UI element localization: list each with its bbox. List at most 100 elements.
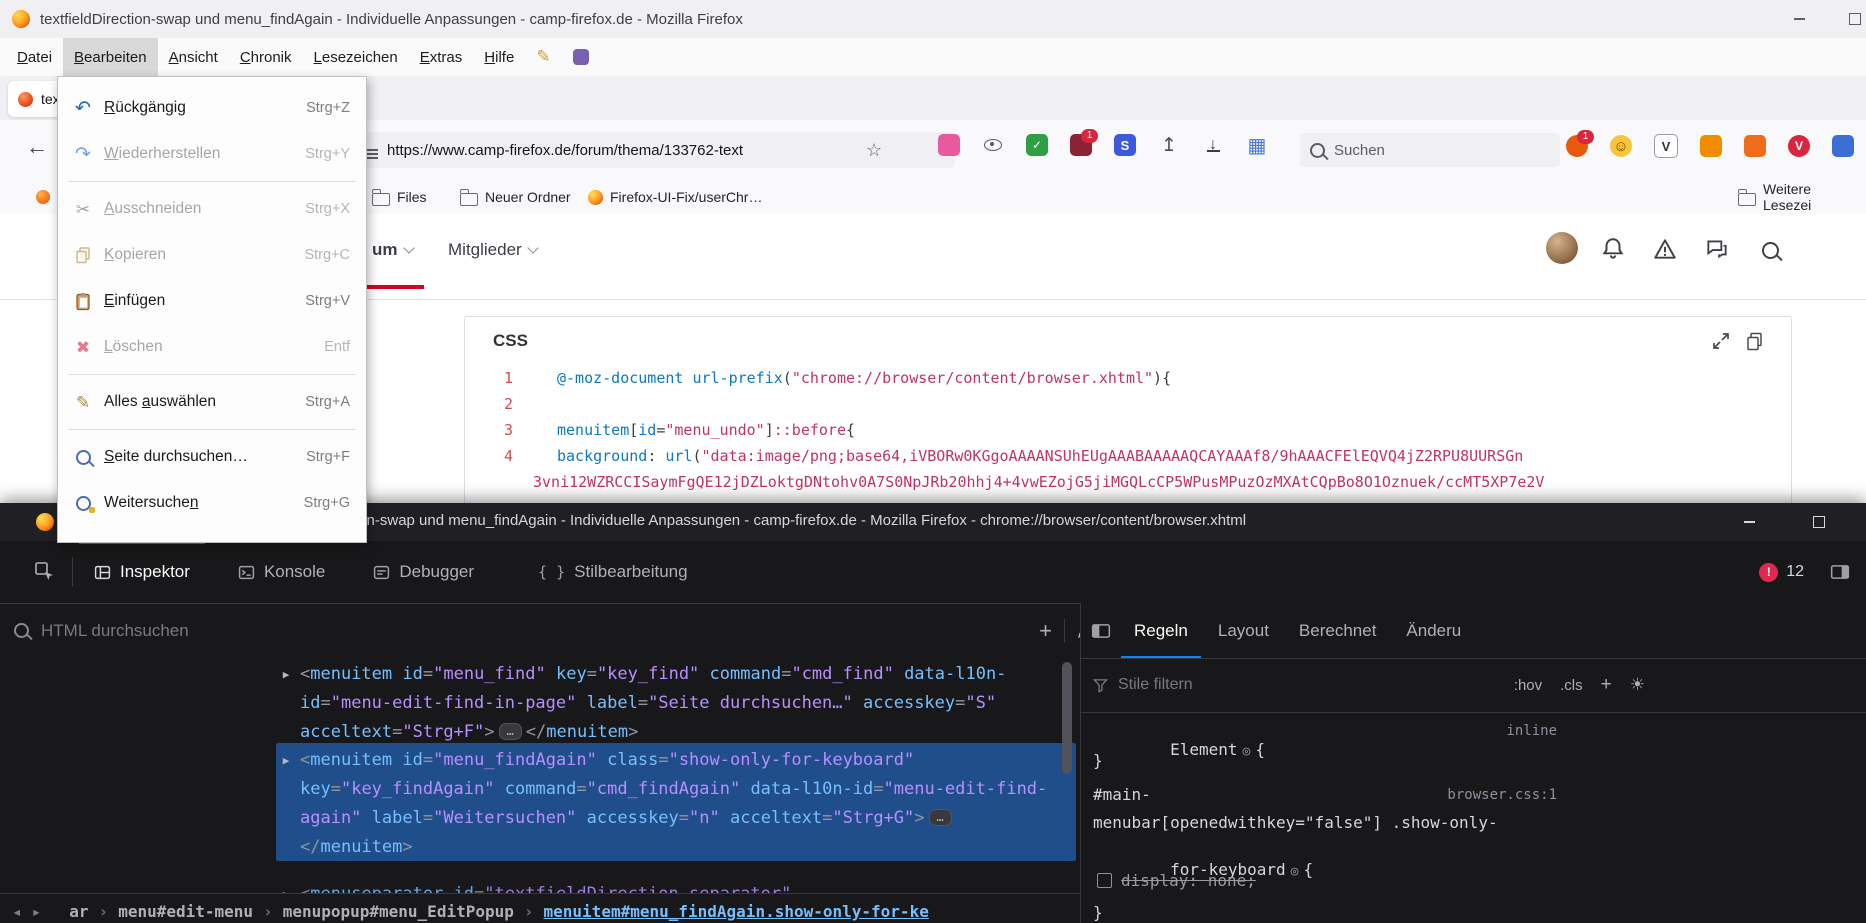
dock-icon[interactable]: [1830, 562, 1850, 582]
download-icon[interactable]: ↓: [1202, 134, 1224, 156]
tab-berechnet[interactable]: Berechnet: [1286, 603, 1390, 658]
expand-icon[interactable]: [1711, 331, 1731, 351]
class-toggle[interactable]: .cls: [1556, 675, 1587, 696]
tab-debugger[interactable]: Debugger: [358, 541, 489, 603]
tab-layout[interactable]: Layout: [1205, 603, 1282, 658]
search-input[interactable]: Suchen: [1300, 133, 1560, 167]
minimize-button[interactable]: [1776, 0, 1822, 38]
tab-konsole[interactable]: Konsole: [223, 541, 340, 603]
eye-extension-icon[interactable]: [982, 134, 1004, 156]
selector-highlighter-icon[interactable]: ◎: [1291, 864, 1299, 879]
markup-scrollbar[interactable]: [1062, 662, 1072, 774]
breadcrumb-item-selected[interactable]: menuitem#menu_findAgain.show-only-for-ke: [544, 902, 929, 921]
rule-source[interactable]: browser.css:1: [1397, 787, 1557, 803]
url-bar[interactable]: https://www.camp-firefox.de/forum/thema/…: [355, 132, 955, 168]
alerts-warning-icon[interactable]: [1652, 236, 1678, 262]
expand-arrow-icon[interactable]: ▶: [278, 660, 294, 689]
orange-badge-extension-icon[interactable]: 1: [1566, 135, 1588, 157]
menu-item-alles-auswaehlen[interactable]: ✎ Alles auswählen Strg+A: [58, 379, 366, 425]
smiley-extension-icon[interactable]: ☺: [1610, 135, 1632, 157]
breadcrumb-item[interactable]: ar: [69, 902, 88, 921]
selector-highlighter-icon[interactable]: ◎: [1243, 744, 1251, 759]
green-shield-extension-icon[interactable]: ✓: [1026, 134, 1048, 156]
bookmark-star-icon[interactable]: ☆: [866, 140, 882, 161]
red-shield-extension-icon[interactable]: 1: [1070, 134, 1092, 156]
error-count[interactable]: 12: [1786, 563, 1804, 581]
bookmark-item[interactable]: Neuer Ordner: [452, 180, 579, 214]
pseudo-class-toggle[interactable]: :hov: [1510, 675, 1546, 696]
notifications-bell-icon[interactable]: [1600, 236, 1626, 262]
menu-item-loeschen[interactable]: ✖ Löschen Entf: [58, 324, 366, 370]
markup-line[interactable]: id="menu-edit-find-in-page" label="Seite…: [300, 689, 996, 718]
grid-extension-icon[interactable]: ▦: [1246, 134, 1268, 156]
sidebar-toggle-icon[interactable]: [1091, 621, 1111, 641]
share-icon[interactable]: ↥: [1158, 134, 1180, 156]
tab-stilbearbeitung[interactable]: { } Stilbearbeitung: [523, 541, 703, 603]
menubar-item-lesezeichen[interactable]: Lesezeichen: [303, 38, 409, 76]
add-node-icon[interactable]: +: [1039, 618, 1052, 644]
pink-extension-icon[interactable]: [938, 134, 960, 156]
add-rule-icon[interactable]: +: [1597, 672, 1616, 698]
declaration-checkbox[interactable]: [1097, 873, 1112, 888]
forum-search-icon[interactable]: [1762, 242, 1779, 259]
bookmark-favicon-orange[interactable]: [36, 190, 50, 204]
expand-arrow-icon[interactable]: ▶: [278, 746, 294, 775]
menubar-addon-icon-1[interactable]: ✎: [525, 38, 561, 76]
rule-element[interactable]: Element◎{: [1093, 721, 1265, 778]
menubar-item-chronik[interactable]: Chronik: [229, 38, 303, 76]
stylus-extension-icon[interactable]: S: [1114, 134, 1136, 156]
breadcrumb-back-icon[interactable]: ◂: [12, 902, 22, 921]
bookmark-item[interactable]: Files: [364, 180, 435, 214]
toolbox-maximize-button[interactable]: [1796, 503, 1842, 541]
markup-line[interactable]: acceltext="Strg+F">…</menuitem>: [300, 718, 638, 747]
breadcrumb-forward-icon[interactable]: ▸: [32, 902, 42, 921]
menu-item-einfuegen[interactable]: Einfügen Strg+V: [58, 278, 366, 324]
avatar[interactable]: [1546, 232, 1578, 264]
red-v-extension-icon[interactable]: V: [1788, 135, 1810, 157]
menu-item-seite-durchsuchen[interactable]: Seite durchsuchen… Strg+F: [58, 434, 366, 480]
color-scheme-icon[interactable]: ☀: [1626, 673, 1649, 697]
markup-line[interactable]: <menuseparator id="textfieldDirection-se…: [300, 880, 791, 893]
markup-line[interactable]: <menuitem id="menu_find" key="key_find" …: [300, 660, 1006, 689]
menubar-addon-icon-2[interactable]: [562, 38, 600, 76]
orange-extension-icon[interactable]: [1700, 135, 1722, 157]
markup-line-selected[interactable]: again" label="Weitersuchen" accesskey="n…: [300, 804, 956, 833]
menubar-item-ansicht[interactable]: Ansicht: [158, 38, 229, 76]
menubar-item-extras[interactable]: Extras: [409, 38, 474, 76]
maximize-button[interactable]: [1832, 0, 1866, 38]
menubar-item-bearbeiten[interactable]: Bearbeiten: [63, 38, 158, 76]
breadcrumb-item[interactable]: menu#edit-menu: [118, 902, 253, 921]
menu-item-weitersuchen[interactable]: Weitersuchen Strg+G: [58, 480, 366, 526]
style-filter-placeholder[interactable]: Stile filtern: [1118, 676, 1193, 694]
messages-chat-icon[interactable]: [1704, 236, 1730, 262]
pick-element-icon[interactable]: [34, 561, 56, 583]
rule-source[interactable]: inline: [1397, 723, 1557, 739]
markup-line-selected[interactable]: key="key_findAgain" command="cmd_findAga…: [300, 775, 1047, 804]
markup-line-selected[interactable]: </menuitem>: [300, 833, 413, 862]
v-box-extension-icon[interactable]: V: [1654, 134, 1678, 158]
blue-extension-icon[interactable]: [1832, 135, 1854, 157]
bookmark-item[interactable]: Firefox-UI-Fix/userChr…: [580, 180, 770, 214]
breadcrumb-item[interactable]: menupopup#menu_EditPopup: [283, 902, 514, 921]
menu-item-rueckgaengig[interactable]: ↶ Rückgängig Strg+Z: [58, 85, 366, 131]
menu-item-kopieren[interactable]: Kopieren Strg+C: [58, 232, 366, 278]
error-icon[interactable]: !: [1759, 563, 1778, 582]
menu-item-wiederherstellen[interactable]: ↷ Wiederherstellen Strg+Y: [58, 131, 366, 177]
menubar-item-hilfe[interactable]: Hilfe: [473, 38, 525, 76]
back-button[interactable]: ←: [26, 134, 48, 160]
toolbox-minimize-button[interactable]: [1726, 503, 1772, 541]
rule-selector[interactable]: menubar[openedwithkey="false"] .show-onl…: [1093, 813, 1498, 832]
bookmarks-overflow[interactable]: Weitere Lesezei: [1730, 180, 1866, 214]
menu-item-ausschneiden[interactable]: ✂ Ausschneiden Strg+X: [58, 186, 366, 232]
forum-nav-tab[interactable]: um: [372, 240, 413, 260]
forum-nav-members[interactable]: Mitglieder: [448, 240, 537, 260]
markup-line-selected[interactable]: <menuitem id="menu_findAgain" class="sho…: [300, 746, 914, 775]
menubar-item-datei[interactable]: Datei: [6, 38, 63, 76]
rule-selector[interactable]: #main-: [1093, 785, 1151, 804]
rule-declaration[interactable]: display: none;: [1097, 871, 1256, 890]
tab-inspektor[interactable]: Inspektor: [79, 541, 205, 603]
orange-red-extension-icon[interactable]: [1744, 135, 1766, 157]
tab-regeln[interactable]: Regeln: [1121, 603, 1201, 658]
markup-search-input[interactable]: HTML durchsuchen +: [0, 603, 1109, 659]
expand-arrow-icon[interactable]: ▶: [278, 880, 294, 893]
